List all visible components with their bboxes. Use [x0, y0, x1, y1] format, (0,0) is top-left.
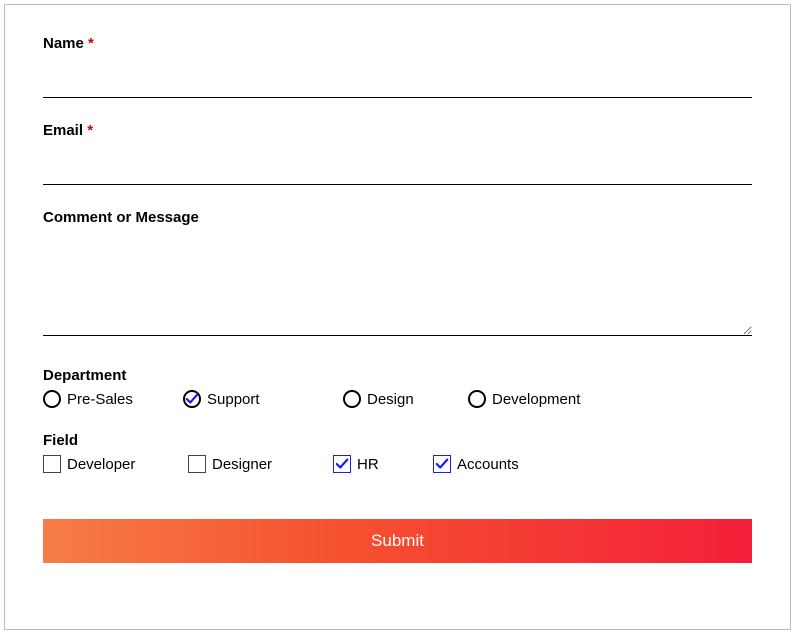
department-option[interactable]: Design — [343, 390, 468, 408]
checkbox-icon[interactable] — [433, 455, 451, 473]
department-option-label: Support — [207, 391, 260, 408]
email-field-group: Email * — [43, 122, 752, 185]
checkbox-icon[interactable] — [43, 455, 61, 473]
department-option-label: Development — [492, 391, 580, 408]
field-option[interactable]: HR — [333, 455, 433, 473]
field-option[interactable]: Accounts — [433, 455, 519, 473]
email-label-text: Email — [43, 122, 83, 139]
radio-icon[interactable] — [468, 390, 486, 408]
department-options-row: Pre-Sales Support Design Development — [43, 390, 752, 408]
radio-icon[interactable] — [343, 390, 361, 408]
field-option[interactable]: Developer — [43, 455, 188, 473]
contact-form: Name * Email * Comment or Message Depart… — [4, 4, 791, 630]
field-option-label: Designer — [212, 456, 272, 473]
department-option-label: Pre-Sales — [67, 391, 133, 408]
department-label: Department — [43, 367, 752, 384]
email-required-asterisk: * — [87, 122, 93, 139]
field-option-label: Accounts — [457, 456, 519, 473]
checkbox-icon[interactable] — [333, 455, 351, 473]
department-option[interactable]: Development — [468, 390, 580, 408]
checkbox-icon[interactable] — [188, 455, 206, 473]
name-required-asterisk: * — [88, 35, 94, 52]
field-option-label: Developer — [67, 456, 135, 473]
field-checkbox-group: Field Developer Designer HR Accounts — [43, 432, 752, 473]
message-label: Comment or Message — [43, 209, 752, 226]
message-textarea[interactable] — [43, 240, 752, 336]
department-option[interactable]: Support — [183, 390, 343, 408]
email-label: Email * — [43, 122, 752, 139]
checkmark-icon — [335, 457, 349, 471]
field-option[interactable]: Designer — [188, 455, 333, 473]
department-option-label: Design — [367, 391, 414, 408]
checkmark-icon — [435, 457, 449, 471]
department-group: Department Pre-Sales Support Design Develop… — [43, 367, 752, 408]
field-options-row: Developer Designer HR Accounts — [43, 455, 752, 473]
message-field-group: Comment or Message — [43, 209, 752, 341]
name-input[interactable] — [43, 70, 752, 98]
radio-icon[interactable] — [183, 390, 201, 408]
email-input[interactable] — [43, 157, 752, 185]
field-checkbox-label: Field — [43, 432, 752, 449]
department-option[interactable]: Pre-Sales — [43, 390, 183, 408]
checkmark-icon — [185, 392, 199, 406]
name-label-text: Name — [43, 35, 84, 52]
submit-button[interactable]: Submit — [43, 519, 752, 563]
radio-icon[interactable] — [43, 390, 61, 408]
name-field-group: Name * — [43, 35, 752, 98]
field-option-label: HR — [357, 456, 379, 473]
name-label: Name * — [43, 35, 752, 52]
